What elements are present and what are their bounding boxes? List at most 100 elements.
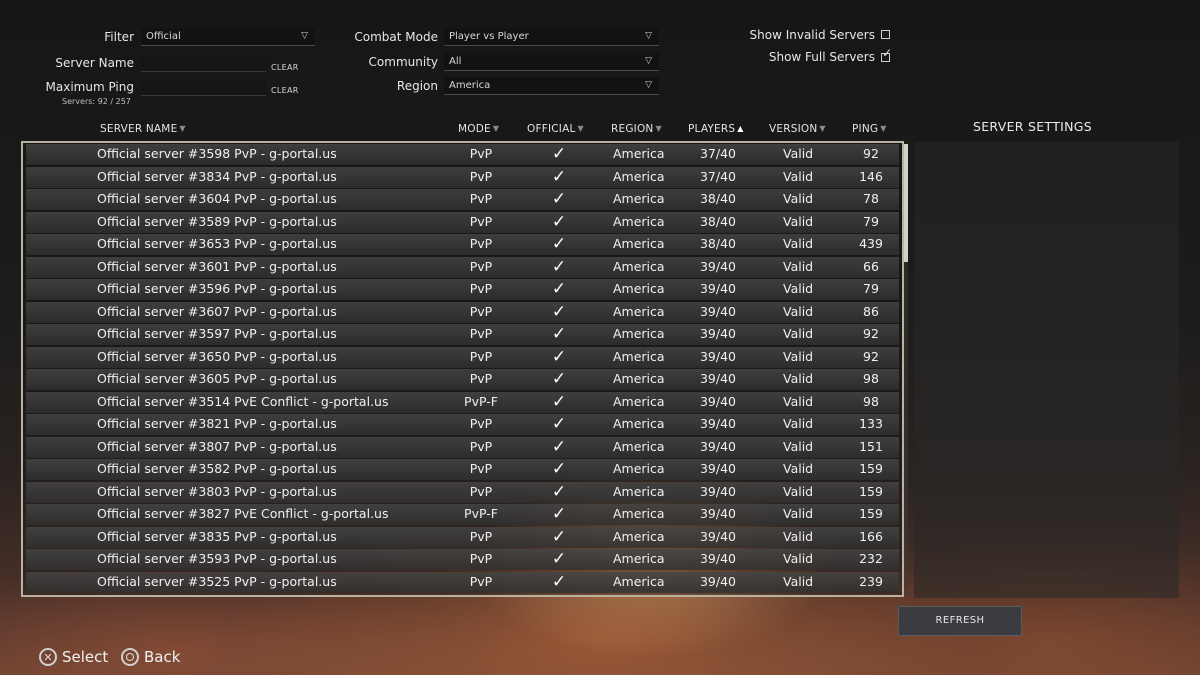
column-header-version[interactable]: VERSION ▼ bbox=[769, 123, 826, 135]
table-row[interactable]: Official server #3597 PvP - g-portal.us P… bbox=[26, 324, 899, 345]
region-cell: America bbox=[613, 281, 665, 296]
version-cell: Valid bbox=[783, 551, 814, 566]
version-cell: Valid bbox=[783, 168, 814, 184]
mode-cell: PvP bbox=[469, 303, 493, 319]
column-header-mode-label: MODE bbox=[458, 123, 491, 135]
table-row[interactable]: Official server #3827 PvE Conflict - g-p… bbox=[26, 504, 899, 525]
table-row[interactable]: Official server #3653 PvP - g-portal.us P… bbox=[26, 234, 899, 255]
region-cell: America bbox=[613, 416, 665, 431]
ping-cell: 79 bbox=[863, 281, 879, 296]
version-cell: Valid bbox=[783, 461, 814, 476]
region-cell: America bbox=[613, 168, 665, 184]
mode-cell: PvP bbox=[469, 528, 493, 544]
official-checkmark-icon: ✓ bbox=[551, 256, 567, 277]
column-header-server-name[interactable]: SERVER NAME ▼ bbox=[100, 123, 186, 135]
server-name-cell: Official server #3596 PvP - g-portal.us bbox=[97, 281, 337, 296]
show-full-servers-label: Show Full Servers bbox=[768, 50, 875, 64]
ping-cell: 66 bbox=[863, 258, 879, 274]
version-cell: Valid bbox=[783, 191, 814, 206]
back-hint[interactable]: Back bbox=[121, 648, 180, 666]
community-dropdown[interactable]: All ▽ bbox=[444, 53, 659, 71]
table-row[interactable]: Official server #3607 PvP - g-portal.us P… bbox=[26, 301, 899, 323]
region-cell: America bbox=[613, 146, 665, 161]
official-checkmark-icon: ✓ bbox=[551, 211, 567, 232]
table-row[interactable]: Official server #3803 PvP - g-portal.us P… bbox=[26, 481, 899, 503]
scrollbar-thumb[interactable] bbox=[904, 144, 908, 262]
ping-cell: 92 bbox=[863, 146, 879, 161]
show-invalid-servers-checkbox[interactable] bbox=[881, 30, 890, 39]
back-hint-label: Back bbox=[144, 648, 181, 666]
official-checkmark-icon: ✓ bbox=[551, 144, 567, 164]
official-checkmark-icon: ✓ bbox=[551, 504, 567, 524]
version-cell: Valid bbox=[783, 438, 814, 454]
column-header-official[interactable]: OFFICIAL ▼ bbox=[527, 123, 584, 135]
region-dropdown[interactable]: America ▽ bbox=[444, 77, 659, 95]
version-cell: Valid bbox=[783, 573, 814, 589]
column-header-ping[interactable]: PING ▼ bbox=[852, 123, 887, 135]
table-row[interactable]: Official server #3650 PvP - g-portal.us P… bbox=[26, 346, 899, 368]
server-settings-panel bbox=[914, 142, 1179, 598]
region-cell: America bbox=[613, 483, 665, 499]
max-ping-label: Maximum Ping bbox=[45, 80, 134, 94]
players-cell: 39/40 bbox=[699, 303, 737, 319]
official-checkmark-icon: ✓ bbox=[551, 391, 567, 412]
official-checkmark-icon: ✓ bbox=[551, 436, 567, 457]
column-header-players[interactable]: PLAYERS ▲ bbox=[688, 123, 744, 135]
server-name-cell: Official server #3607 PvP - g-portal.us bbox=[97, 303, 337, 319]
version-cell: Valid bbox=[783, 528, 814, 544]
players-cell: 39/40 bbox=[699, 326, 737, 341]
mode-cell: PvP bbox=[469, 573, 493, 589]
table-row[interactable]: Official server #3593 PvP - g-portal.us P… bbox=[26, 549, 899, 570]
combat-mode-dropdown[interactable]: Player vs Player ▽ bbox=[444, 28, 659, 46]
column-header-region[interactable]: REGION ▼ bbox=[611, 123, 662, 135]
table-row[interactable]: Official server #3582 PvP - g-portal.us P… bbox=[26, 459, 899, 480]
version-cell: Valid bbox=[783, 258, 814, 274]
ping-cell: 98 bbox=[863, 393, 879, 409]
ping-cell: 166 bbox=[859, 528, 883, 544]
clear-max-ping-button[interactable]: CLEAR bbox=[271, 86, 299, 95]
official-checkmark-icon: ✓ bbox=[551, 369, 567, 389]
table-row[interactable]: Official server #3605 PvP - g-portal.us P… bbox=[26, 369, 899, 390]
mode-cell: PvP bbox=[469, 551, 493, 566]
players-cell: 39/40 bbox=[699, 258, 737, 274]
server-name-input[interactable] bbox=[141, 56, 266, 72]
table-row[interactable]: Official server #3596 PvP - g-portal.us P… bbox=[26, 279, 899, 300]
region-value: America bbox=[449, 80, 491, 91]
mode-cell: PvP bbox=[469, 281, 493, 296]
sort-down-icon: ▼ bbox=[492, 124, 500, 133]
version-cell: Valid bbox=[783, 393, 814, 409]
clear-server-name-button[interactable]: CLEAR bbox=[271, 63, 299, 72]
table-row[interactable]: Official server #3514 PvE Conflict - g-p… bbox=[26, 391, 899, 413]
table-row[interactable]: Official server #3589 PvP - g-portal.us P… bbox=[26, 211, 899, 233]
table-row[interactable]: Official server #3834 PvP - g-portal.us P… bbox=[26, 166, 899, 188]
server-name-cell: Official server #3589 PvP - g-portal.us bbox=[97, 213, 337, 229]
circle-button-icon bbox=[121, 648, 139, 666]
refresh-button[interactable]: REFRESH bbox=[898, 606, 1022, 636]
sort-down-icon: ▼ bbox=[880, 124, 887, 133]
mode-cell: PvP bbox=[469, 146, 493, 161]
table-row[interactable]: Official server #3821 PvP - g-portal.us P… bbox=[26, 414, 899, 435]
table-row[interactable]: Official server #3601 PvP - g-portal.us P… bbox=[26, 256, 899, 278]
table-row[interactable]: Official server #3598 PvP - g-portal.us P… bbox=[26, 144, 899, 165]
combat-mode-label: Combat Mode bbox=[354, 30, 438, 44]
version-cell: Valid bbox=[783, 146, 814, 161]
players-cell: 39/40 bbox=[699, 573, 737, 589]
official-checkmark-icon: ✓ bbox=[551, 301, 567, 322]
chevron-down-icon: ▽ bbox=[645, 80, 652, 90]
official-checkmark-icon: ✓ bbox=[551, 459, 567, 479]
column-header-server-name-label: SERVER NAME bbox=[100, 123, 178, 135]
region-cell: America bbox=[613, 371, 665, 386]
table-row[interactable]: Official server #3525 PvP - g-portal.us P… bbox=[26, 571, 899, 593]
table-row[interactable]: Official server #3835 PvP - g-portal.us P… bbox=[26, 526, 899, 548]
region-cell: America bbox=[613, 236, 665, 251]
table-row[interactable]: Official server #3807 PvP - g-portal.us P… bbox=[26, 436, 899, 458]
column-header-mode[interactable]: MODE ▼ bbox=[458, 123, 499, 135]
filter-dropdown[interactable]: Official ▽ bbox=[141, 28, 315, 46]
ping-cell: 78 bbox=[863, 191, 879, 206]
select-hint[interactable]: ✕ Select bbox=[39, 648, 108, 666]
max-ping-input[interactable] bbox=[141, 80, 266, 96]
table-row[interactable]: Official server #3604 PvP - g-portal.us P… bbox=[26, 189, 899, 210]
official-checkmark-icon: ✓ bbox=[551, 526, 567, 547]
cross-button-icon: ✕ bbox=[39, 648, 57, 666]
server-name-label: Server Name bbox=[55, 56, 134, 70]
